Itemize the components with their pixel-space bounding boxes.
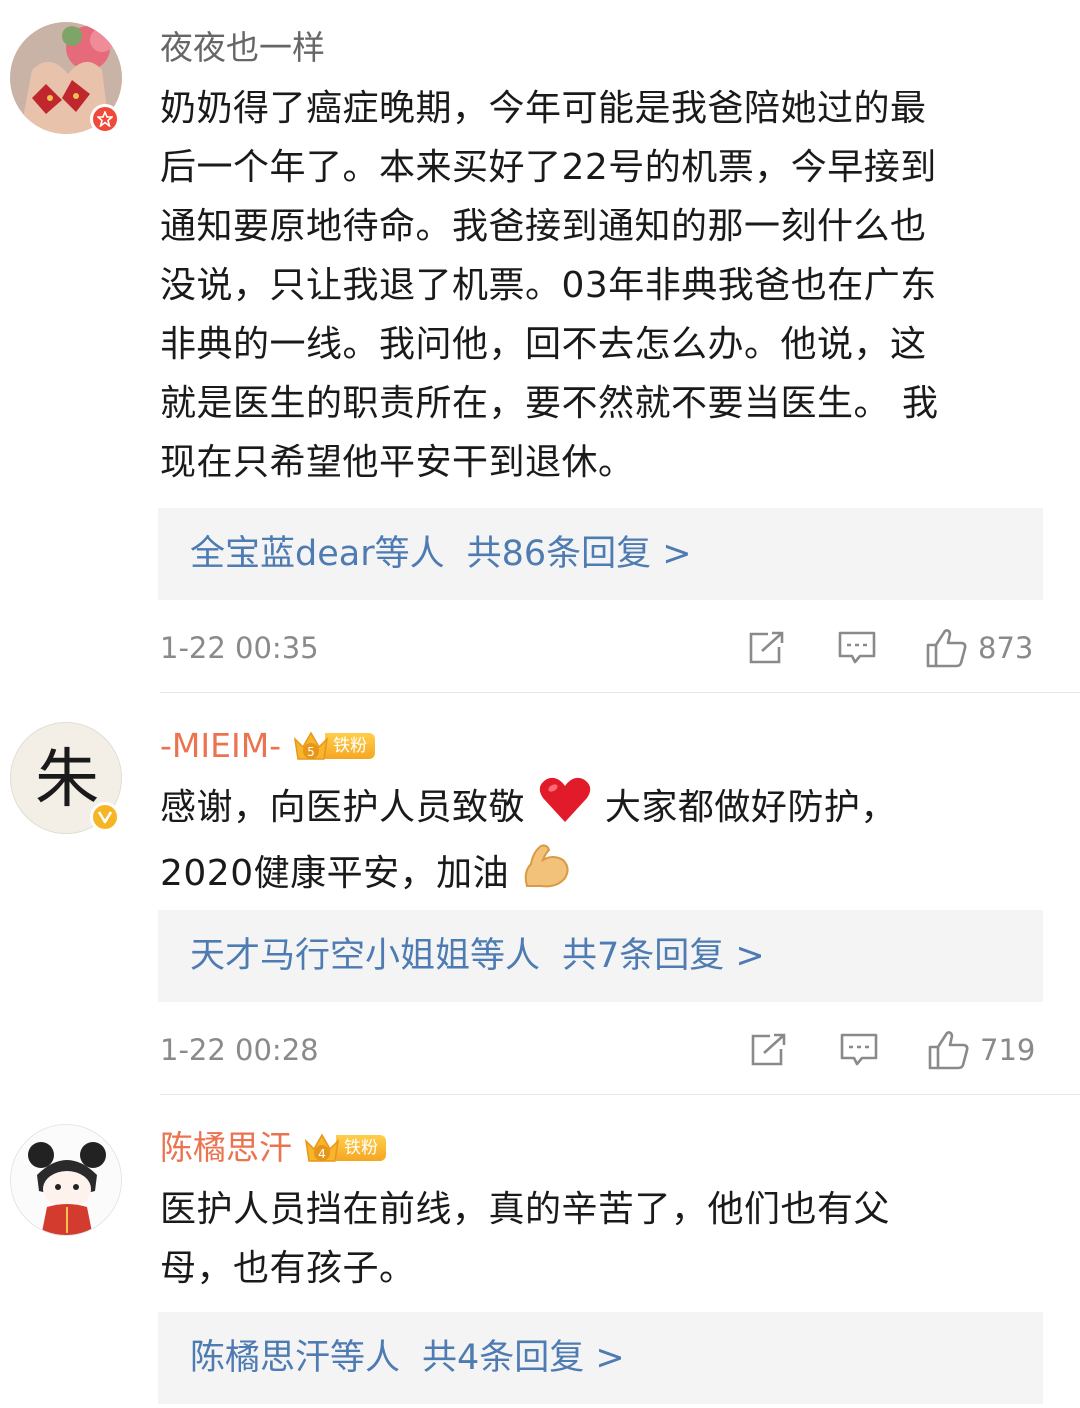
username-text[interactable]: -MIEIM- (160, 724, 281, 768)
comment-line: 医护人员挡在前线，真的辛苦了，他们也有父 (160, 1189, 891, 1230)
username-text[interactable]: 陈橘思汗 (160, 1126, 292, 1170)
timestamp: 1-22 00:28 (160, 1033, 319, 1067)
reply-names: 陈橘思汗等人 (190, 1338, 401, 1378)
svg-text:4: 4 (318, 1147, 326, 1161)
reply-names: 全宝蓝dear等人 (190, 534, 445, 574)
comment-line: 就是医生的职责所在，要不然就不要当医生。 我 (160, 383, 939, 424)
red-heart-emoji (537, 776, 593, 842)
reply-count: 共4条回复 > (422, 1338, 625, 1378)
like-count: 719 (980, 1033, 1036, 1067)
thumbs-up-icon (926, 629, 967, 668)
comment-meta: 1-22 00:35 873 (160, 628, 1042, 668)
replies-preview-button[interactable]: 天才马行空小姐姐等人 共7条回复 > (158, 910, 1043, 1002)
fan-badge-label: 铁粉 (325, 733, 376, 759)
username[interactable]: 夜夜也一样 (160, 26, 325, 70)
comment-line: 母，也有孩子。 (160, 1248, 416, 1289)
crown-icon: 4 (302, 1131, 342, 1165)
fan-badge: 4 铁粉 (302, 1131, 386, 1165)
like-count: 873 (978, 631, 1034, 665)
svg-text:5: 5 (307, 745, 315, 759)
comment-line: 没说，只让我退了机票。03年非典我爸也在广东 (160, 265, 937, 306)
avatar-glyph: 朱 (35, 743, 99, 817)
comment-meta: 1-22 00:28 719 (160, 1030, 1042, 1070)
fan-badge: 5 铁粉 (291, 729, 376, 763)
username[interactable]: 陈橘思汗 4 铁粉 (160, 1126, 386, 1170)
replies-preview-button[interactable]: 陈橘思汗等人 共4条回复 > (158, 1312, 1043, 1404)
comment-line: 感谢，向医护人员致敬 大家都做好防护， (160, 776, 1050, 842)
share-icon[interactable] (748, 628, 786, 668)
crown-icon: 5 (291, 729, 331, 763)
username[interactable]: -MIEIM- 5 铁粉 (160, 724, 376, 768)
username-text[interactable]: 夜夜也一样 (160, 26, 325, 70)
flexed-biceps-emoji (521, 842, 571, 908)
comment-text: 感谢，向医护人员致敬 大家都做好防护， 2020健康平安，加油 (160, 776, 1050, 908)
like-button[interactable]: 873 (926, 628, 1033, 668)
yellow-v-badge-icon (90, 802, 120, 832)
comment-icon[interactable] (838, 628, 876, 668)
comment-line: 后一个年了。本来买好了22号的机票，今早接到 (160, 147, 937, 188)
share-icon[interactable] (750, 1030, 788, 1070)
red-star-badge-icon (90, 104, 120, 134)
comment-line: 非典的一线。我问他，回不去怎么办。他说，这 (160, 324, 927, 365)
comment-icon[interactable] (840, 1030, 878, 1070)
reply-count: 共86条回复 > (466, 534, 692, 574)
avatar[interactable] (10, 1124, 122, 1236)
comment-text: 医护人员挡在前线，真的辛苦了，他们也有父 母，也有孩子。 (160, 1180, 1050, 1298)
comment-line: 现在只希望他平安干到退休。 (160, 442, 635, 483)
comment-line: 2020健康平安，加油 (160, 842, 1050, 908)
like-button[interactable]: 719 (928, 1030, 1035, 1070)
comment-line: 奶奶得了癌症晚期，今年可能是我爸陪她过的最 (160, 88, 927, 129)
divider (160, 692, 1080, 693)
thumbs-up-icon (928, 1031, 969, 1070)
comment-line: 通知要原地待命。我爸接到通知的那一刻什么也 (160, 206, 927, 247)
timestamp: 1-22 00:35 (160, 631, 319, 665)
replies-preview-button[interactable]: 全宝蓝dear等人 共86条回复 > (158, 508, 1043, 600)
reply-count: 共7条回复 > (562, 936, 765, 976)
comment-text: 奶奶得了癌症晚期，今年可能是我爸陪她过的最 后一个年了。本来买好了22号的机票，… (160, 79, 1050, 492)
divider (160, 1094, 1080, 1095)
reply-names: 天才马行空小姐姐等人 (190, 936, 541, 976)
fan-badge-label: 铁粉 (336, 1135, 386, 1161)
